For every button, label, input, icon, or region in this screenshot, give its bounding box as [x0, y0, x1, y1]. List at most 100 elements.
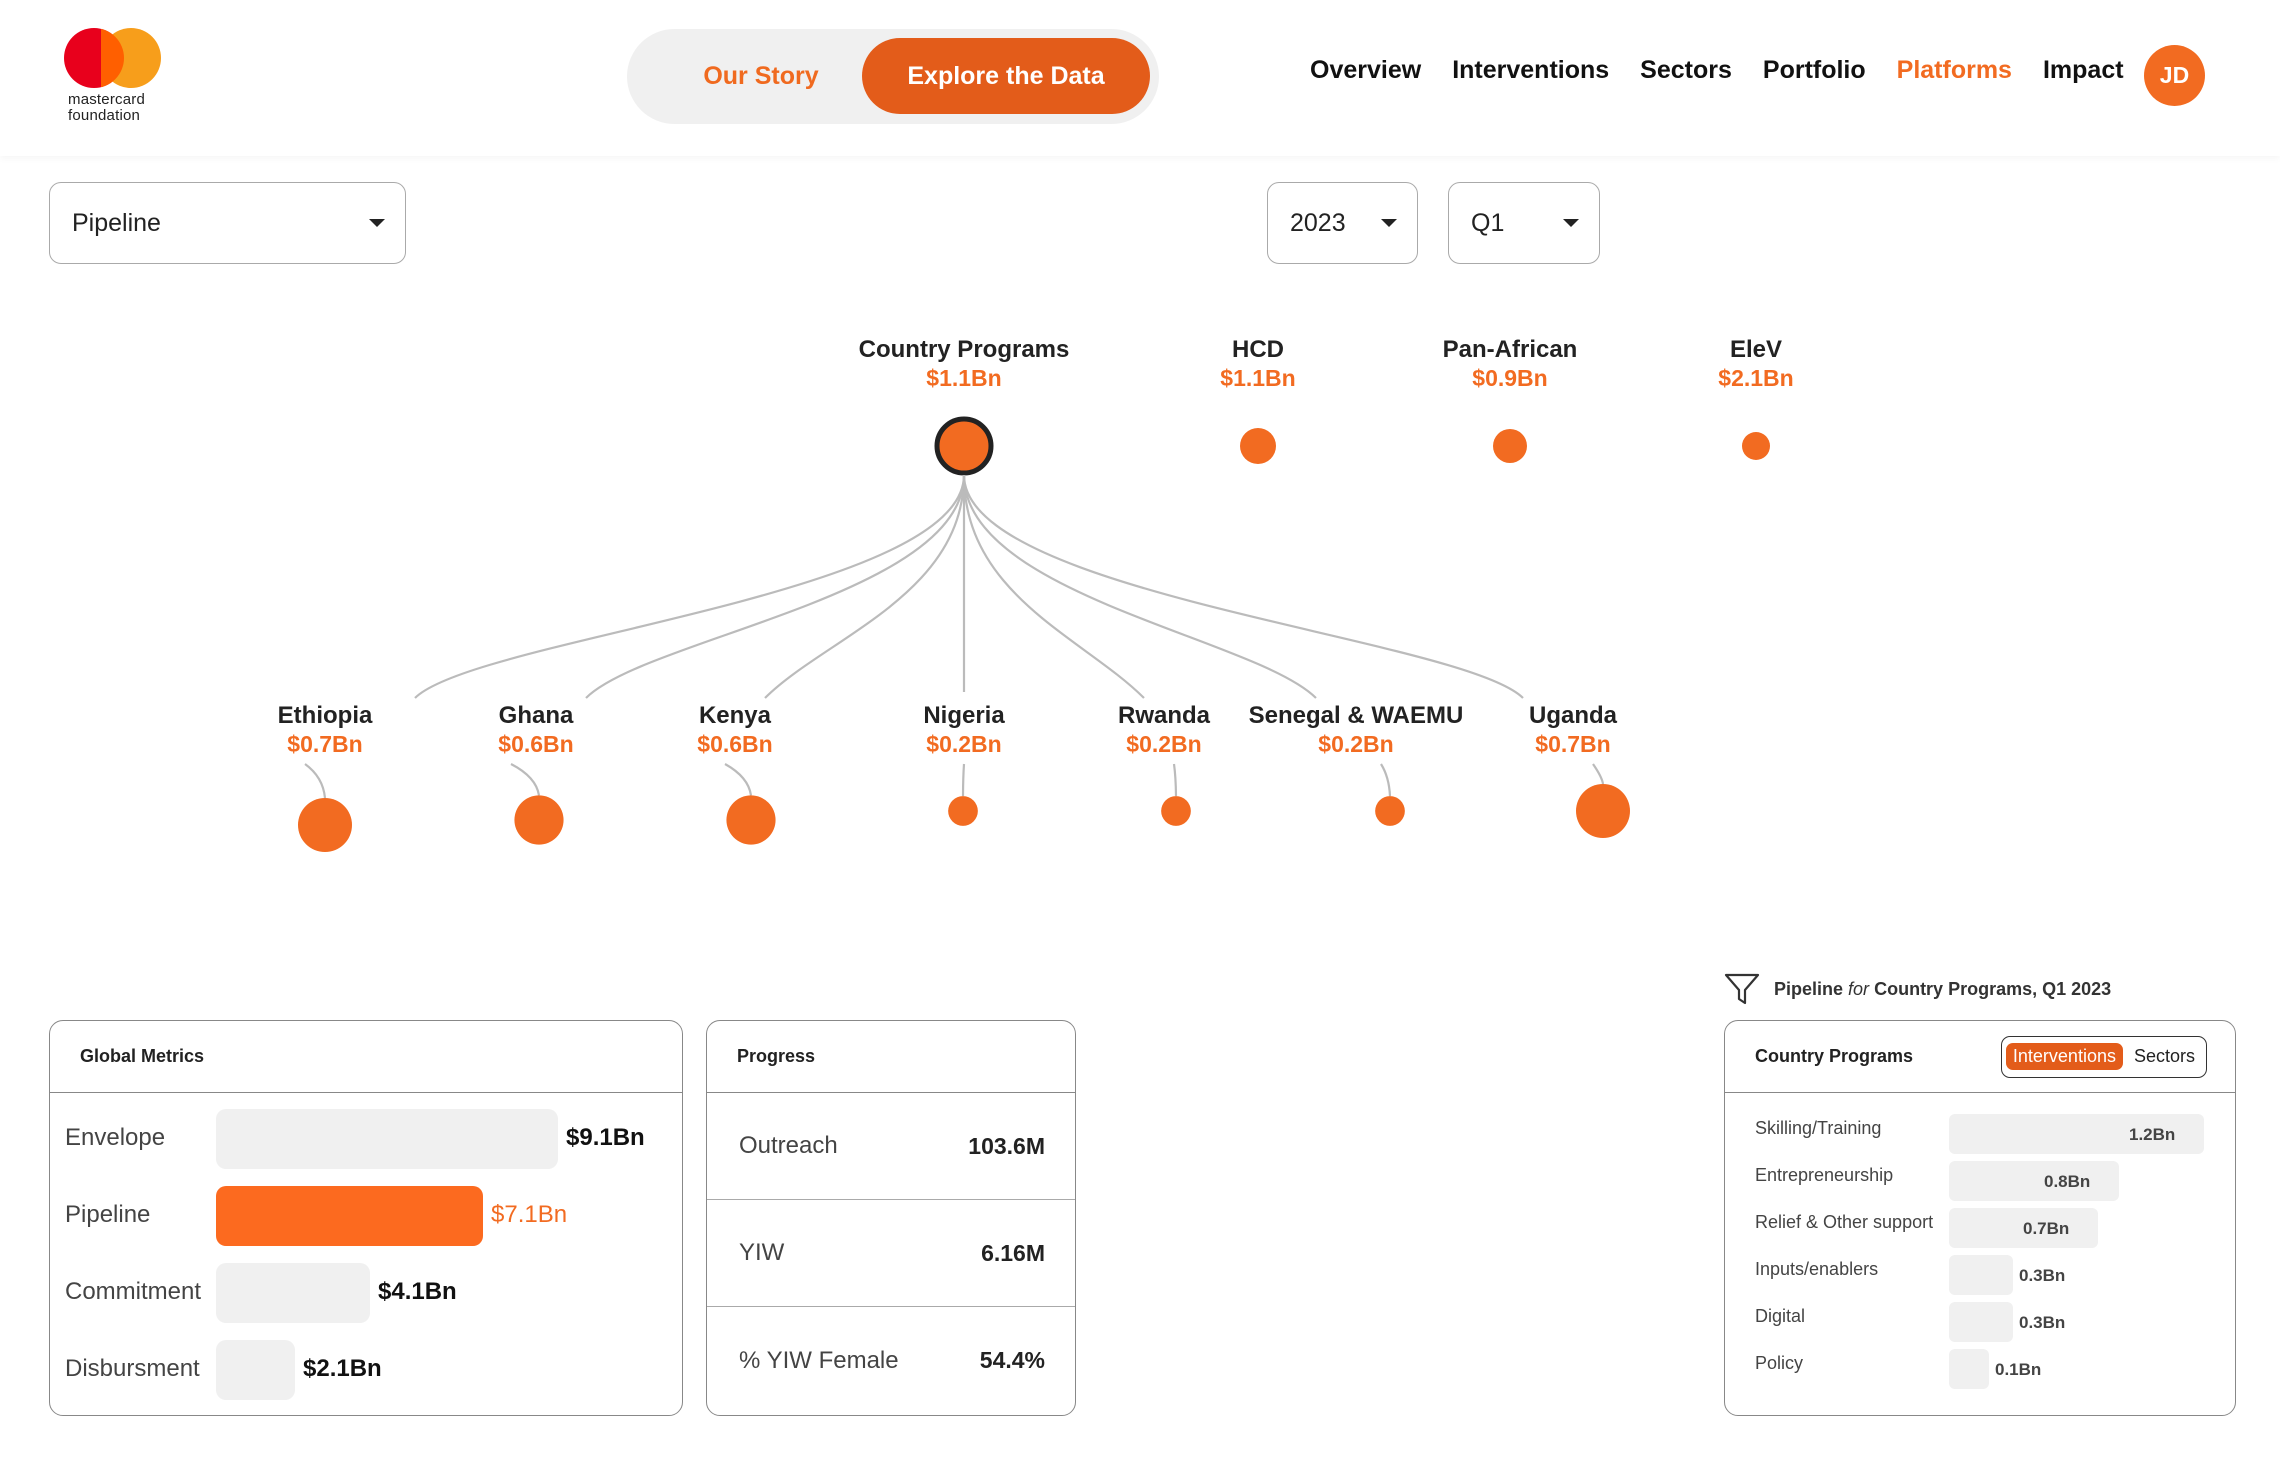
country-node[interactable] [1161, 796, 1191, 826]
progress-label: % YIW Female [739, 1346, 899, 1374]
country-name: Uganda [1528, 702, 1618, 729]
platform-name: HCD [1232, 336, 1284, 363]
metric-row[interactable]: Disbursment $2.1Bn [50, 1340, 682, 1400]
country-node-label[interactable]: Nigeria $0.2Bn [923, 702, 1004, 758]
mastercard-foundation-logo[interactable]: mastercard foundation [64, 28, 164, 128]
platform-node-label[interactable]: HCD $1.1Bn [1220, 336, 1295, 392]
metric-row[interactable]: Envelope $9.1Bn [50, 1109, 682, 1169]
intervention-bar [1949, 1349, 1989, 1389]
metric-bar [216, 1109, 558, 1169]
nav-interventions[interactable]: Interventions [1452, 56, 1609, 85]
platform-node-label[interactable]: Pan-African $0.9Bn [1443, 336, 1578, 392]
platform-node-label[interactable]: Country Programs $1.1Bn [859, 336, 1070, 392]
metric-label: Commitment [65, 1278, 202, 1305]
platform-node-label[interactable]: EleV $2.1Bn [1718, 336, 1793, 392]
metric-select[interactable]: Pipeline [49, 182, 406, 264]
country-node[interactable] [726, 795, 776, 845]
filter-icon[interactable] [1724, 972, 1760, 1006]
user-avatar[interactable]: JD [2144, 45, 2205, 106]
country-node-label[interactable]: Uganda $0.7Bn [1529, 702, 1617, 758]
country-node[interactable] [1375, 796, 1405, 826]
metric-row[interactable]: Commitment $4.1Bn [50, 1263, 682, 1323]
year-select-value: 2023 [1290, 208, 1346, 237]
intervention-value: 0.8Bn [2044, 1172, 2091, 1191]
intervention-value: 0.1Bn [1995, 1360, 2042, 1379]
metric-label: Envelope [65, 1124, 166, 1151]
caret-down-icon [369, 219, 385, 227]
intervention-row[interactable]: Policy 0.1Bn [1725, 1349, 2235, 1389]
country-programs-title: Country Programs [1755, 1046, 1914, 1066]
metric-label: Pipeline [65, 1201, 151, 1228]
platform-amount: $1.1Bn [1220, 365, 1296, 391]
platform-node[interactable] [1493, 429, 1527, 463]
progress-label: YIW [739, 1239, 785, 1266]
logo-word-1: mastercard [68, 91, 146, 108]
nav-overview[interactable]: Overview [1310, 56, 1421, 85]
platform-node[interactable] [1742, 432, 1770, 460]
country-stem [961, 763, 966, 797]
main-nav: Overview Interventions Sectors Portfolio… [1310, 56, 2124, 85]
intervention-label: Digital [1755, 1306, 1806, 1326]
intervention-label: Inputs/enablers [1755, 1259, 1879, 1279]
country-node-label[interactable]: Ethiopia $0.7Bn [278, 702, 373, 758]
top-header: mastercard foundation Our Story Explore … [0, 0, 2280, 156]
country-stem [1592, 763, 1605, 785]
progress-value: 6.16M [981, 1239, 1045, 1266]
breakdown-toggle: Interventions Sectors [2000, 1035, 2207, 1078]
country-node-label[interactable]: Kenya $0.6Bn [697, 702, 772, 758]
intervention-label: Relief & Other support [1755, 1212, 1934, 1232]
country-amount: $0.2Bn [1126, 731, 1202, 757]
country-programs-card: Country Programs Interventions Sectors S… [1724, 1020, 2236, 1416]
logo-word-2: foundation [68, 107, 141, 124]
caption-metric: Pipeline [1774, 978, 1844, 999]
intervention-row[interactable]: Digital 0.3Bn [1725, 1302, 2235, 1342]
intervention-value: 0.7Bn [2023, 1219, 2070, 1238]
story-explore-toggle: Our Story Explore the Data [627, 29, 1159, 124]
country-node[interactable] [1576, 784, 1630, 838]
logo-overlap [101, 28, 124, 88]
metric-row[interactable]: Pipeline $7.1Bn [50, 1186, 682, 1246]
intervention-row[interactable]: Inputs/enablers 0.3Bn [1725, 1255, 2235, 1295]
metric-value: $7.1Bn [491, 1201, 568, 1228]
global-metrics-title: Global Metrics [50, 1021, 682, 1093]
country-node-label[interactable]: Rwanda $0.2Bn [1118, 702, 1210, 758]
quarter-select[interactable]: Q1 [1448, 182, 1600, 264]
country-name: Rwanda [1117, 702, 1211, 729]
tab-sectors[interactable]: Sectors [2127, 1043, 2202, 1070]
metric-bar [216, 1340, 295, 1400]
nav-sectors[interactable]: Sectors [1640, 56, 1732, 85]
progress-value: 103.6M [968, 1132, 1045, 1159]
country-stem [724, 763, 753, 796]
nav-impact[interactable]: Impact [2043, 56, 2124, 85]
country-amount: $0.6Bn [697, 731, 773, 757]
country-node[interactable] [948, 796, 978, 826]
country-programs-header: Country Programs Interventions Sectors [1725, 1021, 2235, 1093]
platform-node[interactable] [934, 416, 994, 476]
nav-portfolio[interactable]: Portfolio [1763, 56, 1866, 85]
progress-title: Progress [707, 1021, 1075, 1093]
intervention-label: Entrepreneurship [1755, 1165, 1894, 1185]
tree-link [414, 474, 966, 699]
country-stem [510, 763, 541, 796]
country-amount: $0.6Bn [498, 731, 574, 757]
platform-node[interactable] [1240, 428, 1276, 464]
nav-platforms[interactable]: Platforms [1897, 56, 2012, 85]
year-select[interactable]: 2023 [1267, 182, 1418, 264]
intervention-value: 0.3Bn [2019, 1313, 2066, 1332]
country-node[interactable] [298, 798, 352, 852]
country-node-label[interactable]: Senegal & WAEMU $0.2Bn [1249, 702, 1464, 758]
intervention-row[interactable]: Skilling/Training 1.2Bn [1725, 1114, 2235, 1154]
our-story-button[interactable]: Our Story [639, 38, 883, 114]
caret-down-icon [1381, 219, 1397, 227]
progress-value: 54.4% [979, 1347, 1045, 1373]
intervention-row[interactable]: Entrepreneurship 0.8Bn [1725, 1161, 2235, 1201]
tab-interventions[interactable]: Interventions [2005, 1043, 2123, 1070]
country-amount: $0.2Bn [1318, 731, 1394, 757]
metric-value: $4.1Bn [378, 1278, 457, 1305]
explore-data-button[interactable]: Explore the Data [862, 38, 1150, 114]
intervention-row[interactable]: Relief & Other support 0.7Bn [1725, 1208, 2235, 1248]
country-node-label[interactable]: Ghana $0.6Bn [498, 702, 573, 758]
country-stem [304, 763, 327, 799]
country-node[interactable] [514, 795, 564, 845]
metric-value: $9.1Bn [566, 1124, 645, 1151]
